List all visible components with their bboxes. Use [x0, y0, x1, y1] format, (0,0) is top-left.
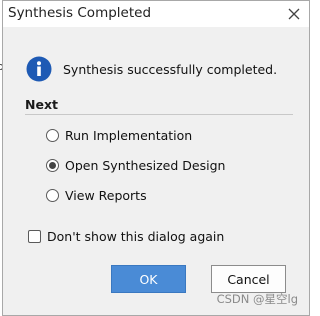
close-icon — [288, 8, 300, 20]
dialog-titlebar: Synthesis Completed — [3, 1, 309, 27]
info-icon — [26, 56, 52, 82]
dont-show-checkbox[interactable] — [28, 229, 41, 243]
radio-button[interactable] — [46, 128, 59, 142]
dont-show-again-row[interactable]: Don't show this dialog again — [28, 227, 224, 245]
watermark: CSDN @星空lg — [216, 292, 298, 306]
option-label: View Reports — [65, 187, 147, 203]
dialog-title: Synthesis Completed — [8, 5, 152, 21]
option-run-implementation[interactable]: Run Implementation — [46, 126, 192, 144]
radio-button-selected[interactable] — [46, 158, 59, 172]
ok-button[interactable]: OK — [111, 265, 186, 293]
option-open-synthesized-design[interactable]: Open Synthesized Design — [46, 156, 225, 174]
close-button[interactable] — [283, 3, 305, 25]
option-view-reports[interactable]: View Reports — [46, 186, 147, 204]
status-message: Synthesis successfully completed. — [63, 62, 278, 77]
dont-show-label: Don't show this dialog again — [47, 228, 225, 244]
cancel-button[interactable]: Cancel — [211, 265, 286, 293]
section-separator — [25, 114, 293, 115]
synthesis-completed-dialog: Synthesis Completed Synthesis successful… — [2, 0, 310, 316]
option-label: Run Implementation — [65, 127, 193, 143]
option-label: Open Synthesized Design — [65, 157, 226, 173]
radio-button[interactable] — [46, 188, 59, 202]
next-section-label: Next — [25, 97, 58, 112]
